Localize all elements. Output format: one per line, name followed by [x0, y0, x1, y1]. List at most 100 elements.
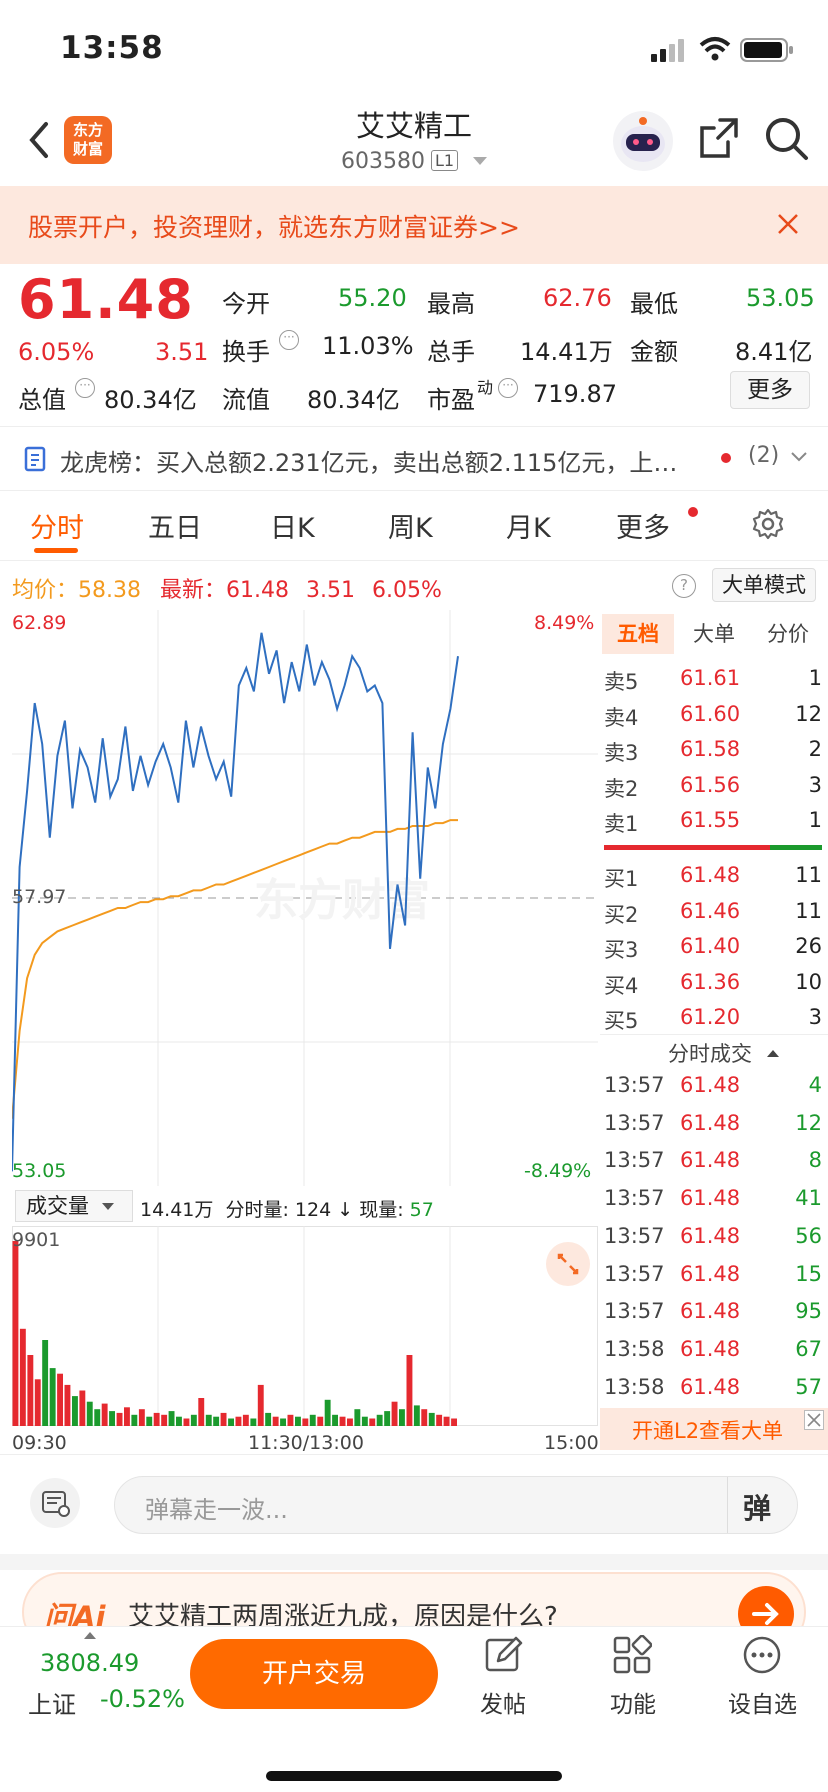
volume-bar	[295, 1416, 301, 1426]
bid-label: 买2	[604, 902, 639, 927]
tick-volume: 41	[795, 1186, 822, 1211]
high-value: 62.76	[543, 284, 612, 312]
ticks-title[interactable]: 分时成交	[668, 1038, 779, 1068]
volume-selector[interactable]: 成交量	[15, 1190, 133, 1222]
volume-bar	[265, 1412, 272, 1426]
divider	[0, 490, 828, 491]
tab-more[interactable]: 更多	[616, 506, 670, 545]
minute-vol-label: 分时量:	[225, 1199, 289, 1221]
stock-code-row[interactable]: 603580 L1	[0, 149, 828, 174]
volume-bar	[436, 1414, 443, 1426]
dragon-list-text[interactable]: 龙虎榜：买入总额2.231亿元，卖出总额2.115亿元，上…	[60, 443, 710, 478]
grid-icon[interactable]	[612, 1635, 652, 1675]
volume-bar	[280, 1418, 286, 1426]
volume-bar	[213, 1416, 220, 1426]
help-icon[interactable]: ?	[672, 574, 696, 598]
bid-row: 买5 61.20 3	[604, 1005, 826, 1035]
bid-price: 61.48	[680, 863, 741, 887]
volume-bar	[94, 1409, 101, 1426]
volume-bar	[64, 1384, 71, 1426]
ask-label: 卖1	[604, 812, 639, 836]
bid-price: 61.20	[680, 1005, 741, 1029]
tick-row: 13:57 61.48 4	[604, 1073, 826, 1103]
volume-bar	[153, 1412, 160, 1426]
amount-label: 金额	[630, 338, 678, 366]
info-dots-icon[interactable]: ···	[498, 378, 518, 398]
volume-selector-label: 成交量	[26, 1194, 89, 1218]
price-chart[interactable]: 东方财富	[12, 610, 598, 1186]
ask-row: 卖2 61.56 3	[604, 773, 826, 803]
low-label: 最低	[630, 290, 678, 318]
open-value: 55.20	[338, 284, 407, 312]
watchlist-label[interactable]: 设自选	[728, 1685, 797, 1719]
status-time: 13:58	[60, 30, 164, 66]
volume-bar	[72, 1396, 78, 1426]
info-dots-icon[interactable]: ···	[75, 378, 95, 398]
danmu-toggle-button[interactable]: 弹	[743, 1487, 771, 1527]
tab-price-dist[interactable]: 分价	[752, 614, 824, 654]
volume-bar	[332, 1414, 338, 1426]
stock-code: 603580	[340, 149, 425, 174]
red-dot-icon	[688, 507, 698, 517]
ask-price: 61.61	[680, 666, 741, 690]
expand-icon[interactable]	[546, 1242, 590, 1286]
volume-bar	[242, 1414, 249, 1426]
edit-icon[interactable]	[484, 1635, 524, 1675]
ask-price: 61.58	[680, 737, 741, 761]
comment-list-button[interactable]	[30, 1478, 80, 1528]
x-tick-start: 09:30	[12, 1432, 67, 1454]
tab-daily-k[interactable]: 日K	[270, 506, 315, 545]
tick-time: 13:57	[604, 1186, 665, 1211]
home-indicator	[266, 1771, 562, 1781]
close-icon[interactable]	[804, 1410, 824, 1430]
function-label[interactable]: 功能	[610, 1685, 656, 1719]
l2-promo[interactable]: 开通L2查看大单	[600, 1408, 828, 1450]
info-line: 均价：58.38 最新：61.48 3.51 6.05%	[12, 572, 442, 604]
bid-price: 61.40	[680, 934, 741, 958]
volume-bar	[49, 1368, 56, 1426]
more-circle-icon[interactable]	[742, 1635, 782, 1675]
volume-bar	[34, 1379, 41, 1426]
tick-volume: 95	[795, 1299, 822, 1324]
volume-bar	[57, 1373, 63, 1426]
volume-chart[interactable]	[12, 1226, 598, 1426]
tab-weekly-k[interactable]: 周K	[388, 506, 433, 545]
tick-time: 13:57	[604, 1110, 665, 1135]
tab-intraday[interactable]: 分时	[30, 506, 84, 545]
more-button[interactable]: 更多	[730, 371, 810, 409]
tick-volume: 12	[795, 1110, 822, 1135]
change-pct: 6.05%	[18, 338, 95, 366]
tab-monthly-k[interactable]: 月K	[506, 506, 551, 545]
chevron-down-icon	[101, 1203, 114, 1210]
promo-text[interactable]: 股票开户，投资理财，就选东方财富证券>>	[28, 208, 520, 244]
tick-time: 13:57	[604, 1223, 665, 1248]
y-bottom-label: 53.05	[12, 1160, 67, 1182]
avg-label: 均价：	[12, 578, 79, 603]
volume-bar	[198, 1398, 205, 1426]
post-label[interactable]: 发帖	[480, 1685, 526, 1719]
gear-icon[interactable]	[752, 508, 784, 540]
large-order-mode-button[interactable]: 大单模式	[712, 568, 816, 602]
volume-bar	[309, 1414, 316, 1426]
volume-frame	[12, 1226, 598, 1426]
info-dots-icon[interactable]: ···	[279, 330, 299, 350]
volume-bar	[413, 1405, 420, 1426]
bottom-bar: 3808.49 上证 -0.52% 开户交易 发帖 功能 设自选	[0, 1626, 828, 1792]
danmu-input[interactable]: 弹幕走一波... 弹	[114, 1476, 798, 1534]
index-pct[interactable]: -0.52%	[100, 1685, 185, 1713]
chevron-down-icon[interactable]	[790, 451, 808, 463]
divider	[727, 1477, 728, 1533]
divider	[0, 560, 828, 561]
volume-bar	[190, 1414, 197, 1426]
tab-five-level[interactable]: 五档	[602, 614, 674, 654]
index-value[interactable]: 3808.49	[40, 1649, 139, 1677]
ask-price: 61.55	[680, 808, 741, 832]
tab-large-order[interactable]: 大单	[678, 614, 750, 654]
open-trade-button[interactable]: 开户交易	[190, 1639, 438, 1709]
volume-value: 14.41万	[520, 338, 613, 366]
index-name[interactable]: 上证	[28, 1685, 76, 1720]
close-icon[interactable]	[776, 212, 800, 236]
turnover-label: 换手	[222, 338, 270, 366]
tab-five-day[interactable]: 五日	[148, 506, 202, 545]
volume-bar	[168, 1411, 175, 1426]
